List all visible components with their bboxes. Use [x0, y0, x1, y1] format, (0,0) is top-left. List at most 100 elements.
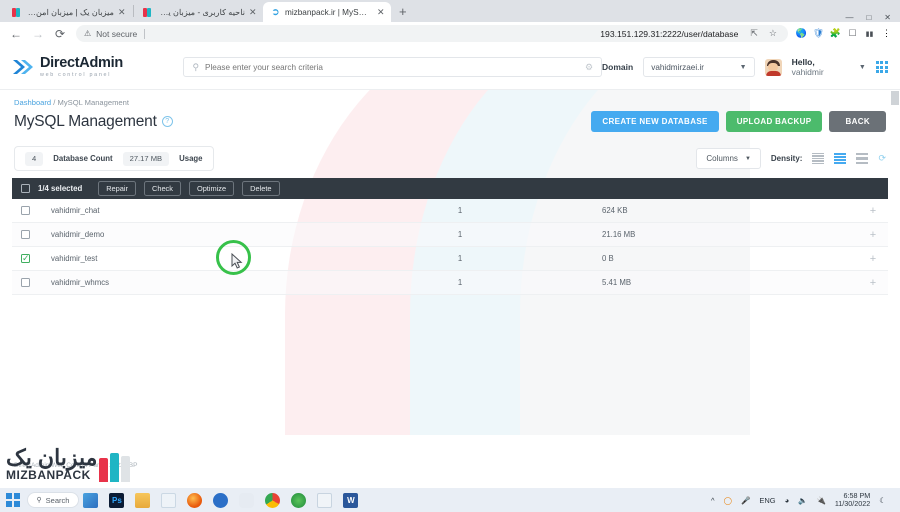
database-name: vahidmir_chat [51, 206, 100, 215]
greeting[interactable]: Hello, vahidmir [792, 57, 849, 77]
not-secure-icon: ⚠ [84, 29, 92, 38]
photoshop-icon[interactable]: Ps [109, 492, 125, 508]
browser-menu-icon[interactable]: ⋮ [879, 26, 894, 41]
table-row[interactable]: vahidmir_demo 1 21.16 MB + [12, 223, 888, 247]
row-checkbox[interactable] [21, 278, 30, 287]
tab-close-icon[interactable]: ✕ [249, 7, 257, 17]
density-compact-icon[interactable] [812, 153, 825, 164]
tray-chevron-icon[interactable]: ^ [711, 496, 715, 505]
help-icon[interactable]: ? [161, 116, 173, 127]
team-viewer-icon[interactable] [213, 492, 229, 508]
bookmark-star-icon[interactable]: ☆ [766, 28, 780, 39]
window-maximize-button[interactable]: □ [866, 13, 871, 22]
file-explorer-icon[interactable] [135, 492, 151, 508]
reload-icon[interactable]: ⟳ [50, 24, 70, 44]
tray-language[interactable]: ENG [759, 496, 775, 505]
firefox-icon[interactable] [187, 492, 203, 508]
browser-tab-3-active[interactable]: ➲ mizbanpack.ir | MySQL Managem ✕ [263, 2, 391, 22]
mizbanpack-icon [11, 7, 22, 18]
scrollbar-thumb[interactable] [891, 91, 899, 105]
url-text: 193.151.129.31:2222/user/database [600, 28, 739, 39]
density-label: Density: [770, 154, 803, 163]
browser-tab-2[interactable]: ناحیه کاربری - میزبان یک | mizbanpack ✕ [135, 2, 263, 22]
notepad-icon[interactable] [317, 492, 333, 508]
tab-close-icon[interactable]: ✕ [377, 7, 385, 17]
chrome-icon[interactable] [265, 492, 281, 508]
extension-shield-icon[interactable]: 🛡 [811, 26, 826, 41]
notification-icon[interactable]: ☾ [879, 496, 886, 505]
clock-date: 11/30/2022 [834, 499, 871, 508]
back-button[interactable]: BACK [829, 111, 886, 132]
table-row[interactable]: vahidmir_whmcs 1 5.41 MB + [12, 271, 888, 295]
stats-card: 4 Database Count 27.17 MB Usage [14, 146, 214, 171]
extensions-puzzle-icon[interactable]: 🧩 [828, 26, 843, 41]
user-chevron-down-icon[interactable]: ▼ [859, 64, 866, 71]
window-close-button[interactable]: ✕ [884, 13, 891, 22]
usage-label: Usage [179, 154, 203, 163]
table-row[interactable]: vahidmir_test 1 0 B + [12, 247, 888, 271]
breadcrumb-dashboard[interactable]: Dashboard [14, 98, 51, 107]
row-checkbox[interactable] [21, 230, 30, 239]
profile-icon[interactable]: ▮▮ [862, 26, 877, 41]
check-button[interactable]: Check [144, 181, 181, 196]
density-comfortable-icon[interactable] [856, 153, 869, 164]
expand-row-icon[interactable]: + [858, 229, 888, 241]
microphone-icon[interactable] [239, 492, 255, 508]
optimize-button[interactable]: Optimize [188, 181, 235, 196]
database-size: 0 B [602, 254, 614, 263]
new-tab-button[interactable]: + [391, 2, 415, 22]
domain-selector[interactable]: vahidmirzaei.ir ▼ [643, 57, 755, 77]
search-box[interactable]: ⚲ ⚙ [183, 57, 603, 77]
database-size: 5.41 MB [602, 278, 632, 287]
page-content: DirectAdmin web control panel ⚲ ⚙ Domain… [0, 45, 900, 488]
row-checkbox[interactable] [21, 253, 30, 263]
window-minimize-button[interactable]: — [845, 13, 853, 22]
tray-update-icon[interactable]: ◯ [724, 496, 732, 505]
wifi-icon[interactable]: ◕ [785, 496, 790, 505]
paint-icon[interactable] [161, 492, 177, 508]
expand-row-icon[interactable]: + [858, 253, 888, 265]
not-secure-label: Not secure [96, 28, 138, 39]
database-users: 1 [457, 254, 463, 263]
tab-close-icon[interactable]: ✕ [118, 7, 126, 17]
share-icon[interactable]: ⇱ [747, 28, 761, 39]
volume-icon[interactable]: 🔈 [798, 496, 807, 505]
start-button-icon[interactable] [6, 493, 20, 507]
upload-backup-button[interactable]: UPLOAD BACKUP [725, 111, 823, 132]
chevron-down-icon: ▼ [744, 155, 751, 162]
search-input[interactable] [205, 62, 579, 72]
directadmin-logo[interactable]: DirectAdmin web control panel [12, 56, 171, 78]
apps-grid-icon[interactable] [875, 60, 888, 74]
repair-button[interactable]: Repair [98, 181, 136, 196]
expand-row-icon[interactable]: + [858, 205, 888, 217]
extension-globe-icon[interactable]: 🌎 [794, 26, 809, 41]
delete-button[interactable]: Delete [242, 181, 280, 196]
avatar[interactable] [764, 58, 782, 76]
select-all-checkbox[interactable] [21, 184, 30, 193]
widgets-icon[interactable] [83, 492, 99, 508]
browser-tab-1[interactable]: میزبان یک | میزبان امن کسب و کار ✕ [4, 2, 132, 22]
density-standard-icon[interactable] [834, 153, 847, 164]
gear-icon[interactable]: ⚙ [585, 62, 593, 73]
battery-icon[interactable]: 🔌 [816, 496, 825, 505]
row-checkbox[interactable] [21, 206, 30, 215]
refresh-icon[interactable]: ⟳ [878, 153, 886, 164]
tray-microphone-icon[interactable]: 🎤 [741, 496, 750, 505]
idm-icon[interactable] [291, 492, 307, 508]
clock[interactable]: 6:58 PM 11/30/2022 [834, 491, 871, 509]
taskbar-search[interactable]: ⚲ Search [26, 492, 80, 508]
back-icon[interactable]: ← [6, 24, 26, 44]
forward-icon[interactable]: → [28, 24, 48, 44]
address-bar[interactable]: ⚠ Not secure 193.151.129.31:2222/user/da… [76, 25, 788, 42]
sidepanel-icon[interactable]: ☐ [845, 26, 860, 41]
expand-row-icon[interactable]: + [858, 277, 888, 289]
database-count-label: Database Count [53, 154, 113, 163]
table-toolbar: 1/4 selected Repair Check Optimize Delet… [12, 178, 888, 199]
logo-subtitle: web control panel [40, 71, 112, 78]
word-icon[interactable]: W [343, 492, 359, 508]
create-new-database-button[interactable]: CREATE NEW DATABASE [591, 111, 719, 132]
columns-dropdown[interactable]: Columns ▼ [696, 148, 761, 169]
chevron-down-icon: ▼ [739, 63, 747, 71]
database-name: vahidmir_test [51, 254, 98, 263]
table-row[interactable]: vahidmir_chat 1 624 KB + [12, 199, 888, 223]
